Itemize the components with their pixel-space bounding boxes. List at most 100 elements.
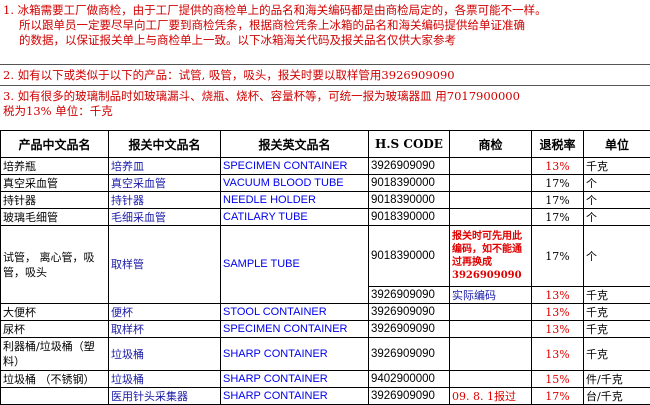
cell-decl-cn: 培养皿 [109,158,221,175]
cell-rebate: 13% [532,158,584,175]
cell-hs: 3926909090 [369,338,450,371]
cell-decl-en: SAMPLE TUBE [221,226,369,304]
cell-rebate: 17% [532,192,584,209]
cell-unit: 件/千克 [584,371,650,388]
cell-hs: 3926909090 [369,158,450,175]
cell-decl-cn: 垃圾桶 [109,338,221,371]
cell-rebate: 13% [532,287,584,304]
cell-hs: 9018390000 [369,209,450,226]
cell-inspection [450,304,532,321]
header-inspection: 商检 [450,131,532,158]
cell-inspection: 实际编码 [450,287,532,304]
cell-decl-cn: 取样杯 [109,321,221,338]
table-row: 培养瓶 培养皿 SPECIMEN CONTAINER 3926909090 13… [1,158,650,175]
cell-inspection [450,321,532,338]
cell-unit: 个 [584,192,650,209]
header-decl-en-name: 报关英文品名 [221,131,369,158]
cell-cn: 大便杯 [1,304,109,321]
cell-rebate: 17% [532,388,584,405]
cell-unit: 个 [584,209,650,226]
cell-inspection [450,175,532,192]
cell-inspection [450,209,532,226]
table-header-row: 产品中文品名 报关中文品名 报关英文品名 H.S CODE 商检 退税率 单位 [1,131,650,158]
cell-decl-cn: 取样管 [109,226,221,304]
cell-hs: 9018390000 [369,226,450,287]
note-1: 1. 冰箱需要工厂做商检，由于工厂提供的商检单上的品名和海关编码都是由商检局定的… [3,3,643,48]
table-row: 大便杯 便杯 STOOL CONTAINER 3926909090 13% 千克 [1,304,650,321]
note-1-line-1: 1. 冰箱需要工厂做商检，由于工厂提供的商检单上的品名和海关编码都是由商检局定的… [3,3,643,18]
header-rebate: 退税率 [532,131,584,158]
cell-cn: 培养瓶 [1,158,109,175]
cell-hs: 9018390000 [369,192,450,209]
note-3-line-1: 3. 如有很多的玻璃制品时如玻璃漏斗、烧瓶、烧杯、容量杯等，可统一报为玻璃器皿 … [3,89,643,104]
header-decl-cn-name: 报关中文品名 [109,131,221,158]
table-row: 利器桶/垃圾桶（塑料） 垃圾桶 SHARP CONTAINER 39269090… [1,338,650,371]
cell-decl-en: NEEDLE HOLDER [221,192,369,209]
table-row: 尿杯 取样杯 SPECIMEN CONTAINER 3926909090 13%… [1,321,650,338]
cell-inspection [450,338,532,371]
cell-cn: 持针器 [1,192,109,209]
divider [0,85,650,86]
cell-decl-cn: 垃圾桶 [109,371,221,388]
cell-cn: 试管， 离心管，吸管，吸头 [1,226,109,304]
header-cn-name: 产品中文品名 [1,131,109,158]
note-1-line-2: 所以跟单员一定要尽早向工厂要到商检凭条，根据商检凭条上冰箱的品名和海关编码提供给… [3,18,643,33]
note-1-line-3: 的数据，以保证报关单上与商检单上一致。以下冰箱海关代码及报关品名仅供大家参考 [3,33,643,48]
table-row: 试管， 离心管，吸管，吸头 取样管 SAMPLE TUBE 9018390000… [1,226,650,287]
cell-unit: 台/千克 [584,388,650,405]
table-row: 玻璃毛细管 毛细采血管 CATILARY TUBE 9018390000 17%… [1,209,650,226]
divider [0,64,650,65]
cell-hs: 9018390000 [369,175,450,192]
cell-cn: 玻璃毛细管 [1,209,109,226]
cell-inspection [450,192,532,209]
cell-hs: 3926909090 [369,388,450,405]
cell-cn: 尿杯 [1,321,109,338]
cell-unit: 千克 [584,158,650,175]
customs-table: 产品中文品名 报关中文品名 报关英文品名 H.S CODE 商检 退税率 单位 … [0,130,650,405]
cell-cn: 利器桶/垃圾桶（塑料） [1,338,109,371]
cell-rebate: 13% [532,321,584,338]
cell-cn: 垃圾桶 （不锈钢） [1,371,109,388]
cell-hs: 3926909090 [369,321,450,338]
header-unit: 单位 [584,131,650,158]
cell-rebate: 15% [532,371,584,388]
cell-unit: 千克 [584,338,650,371]
cell-hs: 3926909090 [369,304,450,321]
note-2-line: 2. 如有以下或类似于以下的产品：试管, 吸管，吸头，报关时要以取样管用3926… [3,68,643,83]
cell-decl-cn: 持针器 [109,192,221,209]
cell-decl-en: SHARP CONTAINER [221,388,369,405]
cell-inspection: 报关时可先用此编码，如不能通过再换成3926909090 [450,226,532,287]
cell-inspection [450,371,532,388]
cell-rebate: 17% [532,209,584,226]
cell-unit: 千克 [584,287,650,304]
cell-decl-en: SPECIMEN CONTAINER [221,321,369,338]
header-hs-code: H.S CODE [369,131,450,158]
cell-inspection: 09. 8. 1报过 [450,388,532,405]
cell-inspection [450,158,532,175]
cell-unit: 千克 [584,321,650,338]
cell-decl-en: STOOL CONTAINER [221,304,369,321]
cell-hs: 9402900000 [369,371,450,388]
cell-decl-en: CATILARY TUBE [221,209,369,226]
cell-rebate: 17% [532,175,584,192]
note-3-line-2: 税为13% 单位：千克 [3,104,643,119]
cell-cn [1,388,109,405]
cell-unit: 千克 [584,304,650,321]
cell-rebate: 13% [532,304,584,321]
cell-decl-en: SHARP CONTAINER [221,338,369,371]
cell-hs: 3926909090 [369,287,450,304]
cell-decl-cn: 真空采血管 [109,175,221,192]
cell-decl-en: VACUUM BLOOD TUBE [221,175,369,192]
table-row: 垃圾桶 （不锈钢） 垃圾桶 SHARP CONTAINER 9402900000… [1,371,650,388]
note-2: 2. 如有以下或类似于以下的产品：试管, 吸管，吸头，报关时要以取样管用3926… [3,68,643,83]
cell-decl-en: SHARP CONTAINER [221,371,369,388]
cell-rebate: 17% [532,226,584,287]
cell-decl-cn: 医用针头采集器 [109,388,221,405]
table-row: 真空采血管 真空采血管 VACUUM BLOOD TUBE 9018390000… [1,175,650,192]
note-3: 3. 如有很多的玻璃制品时如玻璃漏斗、烧瓶、烧杯、容量杯等，可统一报为玻璃器皿 … [3,89,643,119]
table-row: 医用针头采集器 SHARP CONTAINER 3926909090 09. 8… [1,388,650,405]
cell-unit: 个 [584,175,650,192]
cell-cn: 真空采血管 [1,175,109,192]
cell-decl-cn: 毛细采血管 [109,209,221,226]
cell-decl-cn: 便杯 [109,304,221,321]
